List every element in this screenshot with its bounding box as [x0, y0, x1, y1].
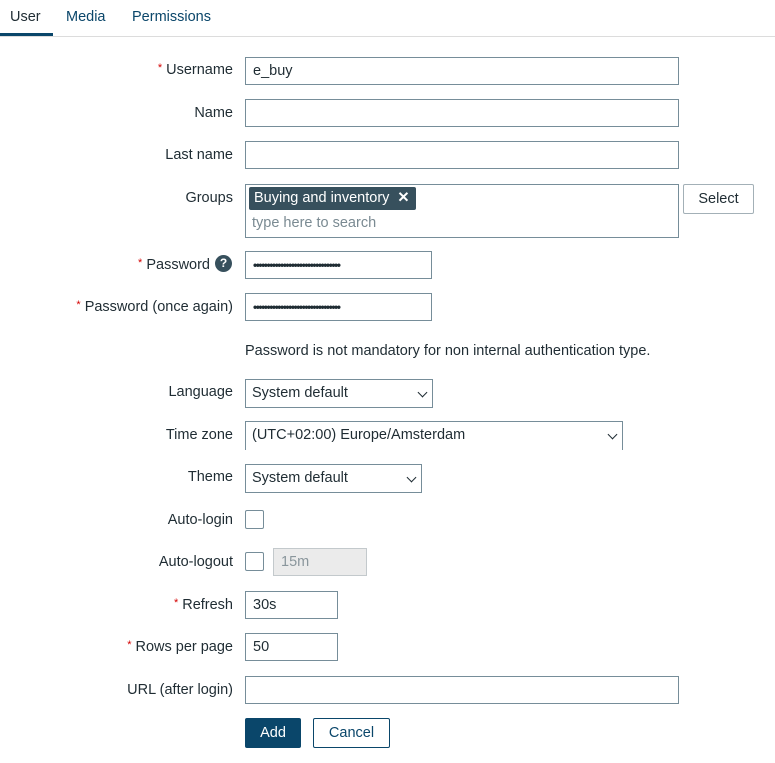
- time-zone-label: Time zone: [165, 427, 233, 443]
- help-icon[interactable]: ?: [215, 255, 232, 272]
- username-label: * Username: [157, 62, 233, 78]
- active-tab-indicator: [0, 33, 53, 36]
- groups-label: Groups: [185, 190, 233, 206]
- auto-logout-label: Auto-logout: [158, 554, 233, 570]
- tab-user[interactable]: User: [10, 9, 41, 25]
- add-button[interactable]: Add: [245, 718, 301, 748]
- language-label: Language: [168, 384, 233, 400]
- cancel-button[interactable]: Cancel: [313, 718, 390, 748]
- remove-group-icon[interactable]: ✕: [397, 190, 409, 206]
- rows-per-page-input[interactable]: [245, 633, 338, 661]
- rows-per-page-label: * Rows per page: [127, 639, 233, 655]
- password-again-input[interactable]: [245, 293, 432, 321]
- password-again-label: * Password (once again): [76, 299, 233, 315]
- password-label: * Password: [138, 257, 210, 273]
- password-input[interactable]: [245, 251, 432, 279]
- last-name-input[interactable]: [245, 141, 679, 169]
- name-label: Name: [194, 105, 233, 121]
- auto-logout-input: [273, 548, 367, 576]
- chevron-down-icon: [607, 429, 618, 440]
- chevron-down-icon: [417, 387, 428, 398]
- auto-login-checkbox[interactable]: [245, 510, 264, 529]
- theme-select[interactable]: System default: [245, 464, 422, 493]
- groups-search-input[interactable]: [247, 212, 677, 234]
- refresh-label: * Refresh: [173, 597, 233, 613]
- group-chip: Buying and inventory ✕: [249, 187, 416, 210]
- groups-select-button[interactable]: Select: [683, 184, 754, 214]
- url-after-login-input[interactable]: [245, 676, 679, 704]
- groups-multiselect[interactable]: Buying and inventory ✕: [245, 184, 679, 238]
- theme-label: Theme: [187, 469, 233, 485]
- auto-login-label: Auto-login: [167, 512, 233, 528]
- last-name-label: Last name: [165, 147, 233, 163]
- tab-permissions[interactable]: Permissions: [132, 9, 211, 25]
- required-marker: *: [157, 62, 163, 74]
- language-select[interactable]: System default: [245, 379, 433, 408]
- password-note: Password is not mandatory for non intern…: [245, 343, 651, 359]
- tab-media[interactable]: Media: [66, 9, 106, 25]
- auto-logout-checkbox[interactable]: [245, 552, 264, 571]
- username-input[interactable]: [245, 57, 679, 85]
- refresh-input[interactable]: [245, 591, 338, 619]
- name-input[interactable]: [245, 99, 679, 127]
- url-after-login-label: URL (after login): [127, 682, 233, 698]
- chevron-down-icon: [406, 472, 417, 483]
- time-zone-select[interactable]: (UTC+02:00) Europe/Amsterdam: [245, 421, 623, 450]
- tab-bar: User Media Permissions: [0, 0, 775, 37]
